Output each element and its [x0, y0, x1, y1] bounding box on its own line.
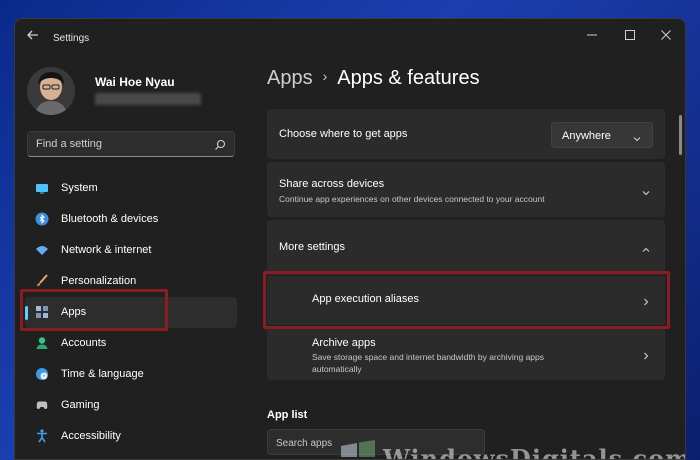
sidebar-item-label: Gaming — [61, 399, 100, 411]
avatar[interactable] — [27, 67, 75, 115]
sidebar-item-label: Network & internet — [61, 244, 152, 256]
share-across-devices-card[interactable]: Share across devices Continue app experi… — [267, 162, 665, 217]
card-title: Choose where to get apps — [279, 128, 408, 140]
card-description: Continue app experiences on other device… — [279, 194, 545, 204]
sidebar-item-label: Personalization — [61, 275, 137, 287]
find-setting-search[interactable] — [27, 131, 235, 157]
back-arrow-icon[interactable] — [25, 27, 41, 43]
card-title: Share across devices — [279, 178, 385, 190]
wifi-icon — [35, 243, 49, 257]
sidebar-item-system[interactable]: System — [25, 173, 237, 204]
sidebar-item-label: Bluetooth & devices — [61, 213, 159, 225]
title-bar: Settings — [15, 19, 685, 51]
chevron-down-icon — [632, 131, 642, 142]
choose-apps-card: Choose where to get apps Anywhere — [267, 109, 665, 159]
app-list-heading: App list — [267, 409, 308, 421]
sidebar-item-accounts[interactable]: Accounts — [25, 328, 237, 359]
sidebar-item-accessibility[interactable]: Accessibility — [25, 421, 237, 452]
window-title: Settings — [53, 33, 90, 44]
sidebar-item-label: Apps — [61, 306, 87, 318]
accessibility-icon — [35, 429, 49, 443]
chevron-right-icon — [641, 294, 651, 306]
breadcrumb: Apps › Apps & features — [267, 67, 480, 90]
row-description: Save storage space and internet bandwidt… — [312, 352, 545, 374]
row-title: Archive apps — [312, 337, 376, 349]
search-input[interactable] — [36, 137, 206, 151]
archive-apps-row[interactable]: Archive apps Save storage space and inte… — [267, 326, 665, 380]
more-settings-card: More settings App execution aliases Arch… — [267, 220, 665, 380]
user-email-redacted — [95, 93, 201, 105]
minimize-button[interactable] — [583, 27, 601, 43]
app-execution-aliases-row[interactable]: App execution aliases — [267, 276, 665, 324]
page-title: Apps & features — [337, 67, 480, 89]
row-title: App execution aliases — [312, 293, 420, 305]
sidebar-item-label: Time & language — [61, 368, 144, 380]
apps-icon — [35, 305, 49, 319]
breadcrumb-parent[interactable]: Apps — [267, 67, 313, 89]
settings-window: Settings Wai Hoe Nyau Find a setting Sys… — [14, 18, 686, 460]
dropdown-value: Anywhere — [562, 130, 611, 142]
user-name: Wai Hoe Nyau — [95, 75, 175, 89]
close-button[interactable] — [657, 27, 675, 43]
gamepad-icon — [35, 398, 49, 412]
person-icon — [35, 336, 49, 350]
sidebar-item-gaming[interactable]: Gaming — [25, 390, 237, 421]
monitor-icon — [35, 181, 49, 195]
sidebar-item-personalization[interactable]: Personalization — [25, 266, 237, 297]
brush-icon — [35, 274, 49, 288]
sidebar-item-label: Accounts — [61, 337, 107, 349]
chevron-down-icon[interactable] — [641, 185, 651, 196]
search-icon[interactable] — [214, 138, 226, 150]
sidebar-item-network[interactable]: Network & internet — [25, 235, 237, 266]
watermark-text: WindowsDigitals.com — [383, 443, 686, 460]
sidebar-item-time-language[interactable]: Time & language — [25, 359, 237, 390]
selection-indicator — [25, 306, 28, 320]
sidebar-nav: System Bluetooth & devices Network & int… — [25, 173, 237, 452]
app-source-dropdown[interactable]: Anywhere — [551, 122, 653, 148]
watermark: WindowsDigitals.com — [339, 439, 686, 460]
sidebar-item-bluetooth[interactable]: Bluetooth & devices — [25, 204, 237, 235]
breadcrumb-separator: › — [322, 68, 328, 84]
windowsdigitals-logo-icon — [341, 440, 375, 457]
card-title[interactable]: More settings — [279, 241, 345, 253]
maximize-button[interactable] — [621, 27, 639, 43]
globe-clock-icon — [35, 367, 49, 381]
sidebar-item-apps[interactable]: Apps — [25, 297, 237, 328]
scrollbar-thumb[interactable] — [679, 115, 682, 155]
bluetooth-icon — [35, 212, 49, 226]
sidebar-item-label: System — [61, 182, 98, 194]
chevron-up-icon[interactable] — [641, 242, 651, 252]
chevron-right-icon — [641, 348, 651, 360]
sidebar-item-label: Accessibility — [61, 430, 121, 442]
